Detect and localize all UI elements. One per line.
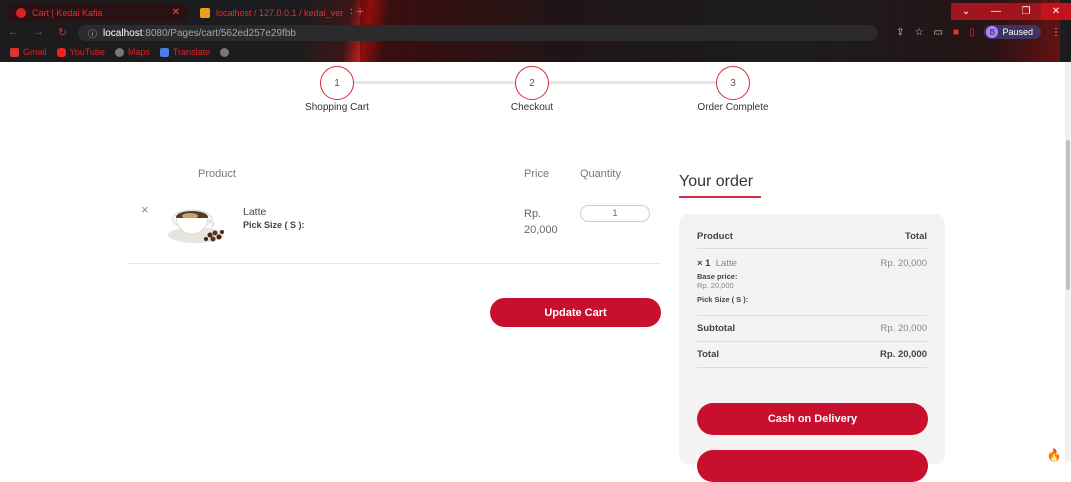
url-path: :8080/Pages/cart/562ed257e29fbb: [142, 27, 296, 39]
bookmark-translate[interactable]: Translate: [159, 47, 210, 57]
base-price-value: Rp. 20,000: [697, 281, 734, 290]
scrollbar-thumb[interactable]: [1066, 140, 1070, 290]
bookmark-extra[interactable]: [220, 47, 230, 57]
tab-search-icon[interactable]: ▭: [933, 27, 942, 38]
total-row: Total Rp. 20,000: [697, 349, 927, 360]
site-info-icon[interactable]: ⓘ: [88, 27, 97, 40]
gmail-icon: [10, 47, 19, 57]
profile-button[interactable]: B Paused: [984, 25, 1041, 39]
globe-icon: [220, 47, 230, 57]
step-3-label: Order Complete: [697, 102, 769, 113]
subtotal-row: Subtotal Rp. 20,000: [697, 323, 927, 334]
tab-close-icon[interactable]: ✕: [172, 7, 180, 18]
summary-col-total: Total: [905, 231, 927, 242]
tab-phpmyadmin[interactable]: localhost / 127.0.0.1 / kedai_ver ✕: [192, 3, 352, 22]
summary-col-product: Product: [697, 231, 733, 242]
tab-title: Cart | Kedai Kafia: [32, 7, 103, 18]
price-amount: 20,000: [524, 224, 558, 236]
tab-favicon-icon: [16, 7, 26, 18]
window-controls: ⌄ — ❐ ✕: [951, 3, 1071, 20]
summary-divider: [697, 315, 927, 316]
step-1-circle: 1: [320, 66, 354, 100]
minimize-icon[interactable]: —: [981, 3, 1011, 20]
cart-divider: [128, 263, 661, 264]
browser-chrome: Cart | Kedai Kafia ✕ localhost / 127.0.0…: [0, 0, 1071, 62]
summary-divider: [697, 341, 927, 342]
title-underline: [679, 196, 761, 198]
tab-title: localhost / 127.0.0.1 / kedai_ver: [216, 7, 344, 18]
quantity-input[interactable]: 1: [580, 205, 650, 222]
globe-icon: [114, 47, 124, 57]
cart-item-price: Rp. 20,000: [524, 206, 574, 238]
extension-icon[interactable]: ■: [953, 27, 959, 38]
summary-item: × 1 Latte Rp. 20,000: [697, 258, 927, 269]
bookmark-maps[interactable]: Maps: [114, 47, 150, 57]
step-connector: [549, 81, 717, 84]
sidebar-icon[interactable]: ▯: [969, 27, 975, 38]
col-header-product: Product: [198, 168, 236, 180]
summary-item-name: Latte: [715, 258, 737, 269]
chevron-down-icon[interactable]: ⌄: [951, 3, 981, 20]
update-cart-button[interactable]: Update Cart: [490, 298, 661, 327]
total-value: Rp. 20,000: [880, 349, 927, 360]
address-bar[interactable]: ⓘ localhost:8080/Pages/cart/562ed257e29f…: [78, 25, 878, 41]
summary-item-option: Pick Size ( S ):: [697, 295, 749, 304]
close-window-icon[interactable]: ✕: [1041, 3, 1071, 20]
col-header-quantity: Quantity: [580, 168, 621, 180]
browser-toolbar: ⇪ ☆ ▭ ■ ▯ B Paused ⋮: [896, 25, 1061, 39]
tab-cart[interactable]: Cart | Kedai Kafia ✕: [8, 3, 188, 22]
cart-item-option: Pick Size ( S ):: [243, 220, 305, 230]
profile-status: Paused: [1002, 27, 1033, 37]
subtotal-value: Rp. 20,000: [880, 323, 927, 334]
cart-item-name[interactable]: Latte: [243, 206, 266, 218]
reload-icon[interactable]: ↻: [58, 26, 67, 39]
price-currency: Rp.: [524, 208, 542, 220]
share-icon[interactable]: ⇪: [896, 27, 904, 38]
new-tab-icon[interactable]: +: [356, 4, 364, 18]
maximize-icon[interactable]: ❐: [1011, 3, 1041, 20]
order-title: Your order: [679, 173, 754, 190]
fire-icon[interactable]: 🔥: [1043, 444, 1065, 466]
payment-option-button[interactable]: [697, 450, 928, 482]
cash-on-delivery-button[interactable]: Cash on Delivery: [697, 403, 928, 435]
latte-product-image[interactable]: [166, 197, 230, 245]
summary-divider: [697, 248, 927, 249]
summary-item-qty: × 1: [697, 258, 711, 269]
address-row: ← → ↻ ⓘ localhost:8080/Pages/cart/562ed2…: [0, 23, 1071, 43]
translate-icon: [159, 47, 169, 57]
step-1-label: Shopping Cart: [305, 102, 369, 113]
step-3-circle: 3: [716, 66, 750, 100]
menu-icon[interactable]: ⋮: [1051, 27, 1061, 38]
forward-icon[interactable]: →: [33, 26, 44, 39]
youtube-icon: [56, 47, 66, 57]
nav-buttons: ← → ↻: [8, 26, 67, 39]
tab-strip: Cart | Kedai Kafia ✕ localhost / 127.0.0…: [0, 0, 1071, 22]
summary-header: Product Total: [697, 231, 927, 242]
tab-favicon-icon: [200, 7, 210, 18]
tab-close-icon[interactable]: ✕: [349, 7, 352, 18]
bookmark-gmail[interactable]: Gmail: [10, 47, 47, 57]
step-2-circle: 2: [515, 66, 549, 100]
base-price-label: Base price:: [697, 272, 738, 281]
step-connector: [354, 81, 515, 84]
avatar: B: [986, 26, 999, 38]
total-label: Total: [697, 349, 719, 360]
step-2-label: Checkout: [510, 102, 554, 113]
page-scrollbar[interactable]: [1065, 62, 1071, 461]
summary-divider: [697, 367, 927, 368]
bookmark-star-icon[interactable]: ☆: [914, 27, 923, 38]
bookmark-youtube[interactable]: YouTube: [56, 47, 105, 57]
back-icon[interactable]: ←: [8, 26, 19, 39]
bookmarks-bar: Gmail YouTube Maps Translate: [0, 44, 1071, 60]
summary-item-total: Rp. 20,000: [880, 258, 927, 269]
page-content: 1 2 3 Shopping Cart Checkout Order Compl…: [0, 62, 1071, 482]
remove-item-icon[interactable]: ×: [141, 202, 149, 217]
col-header-price: Price: [524, 168, 550, 180]
url-host: localhost: [103, 27, 143, 39]
subtotal-label: Subtotal: [697, 323, 735, 334]
